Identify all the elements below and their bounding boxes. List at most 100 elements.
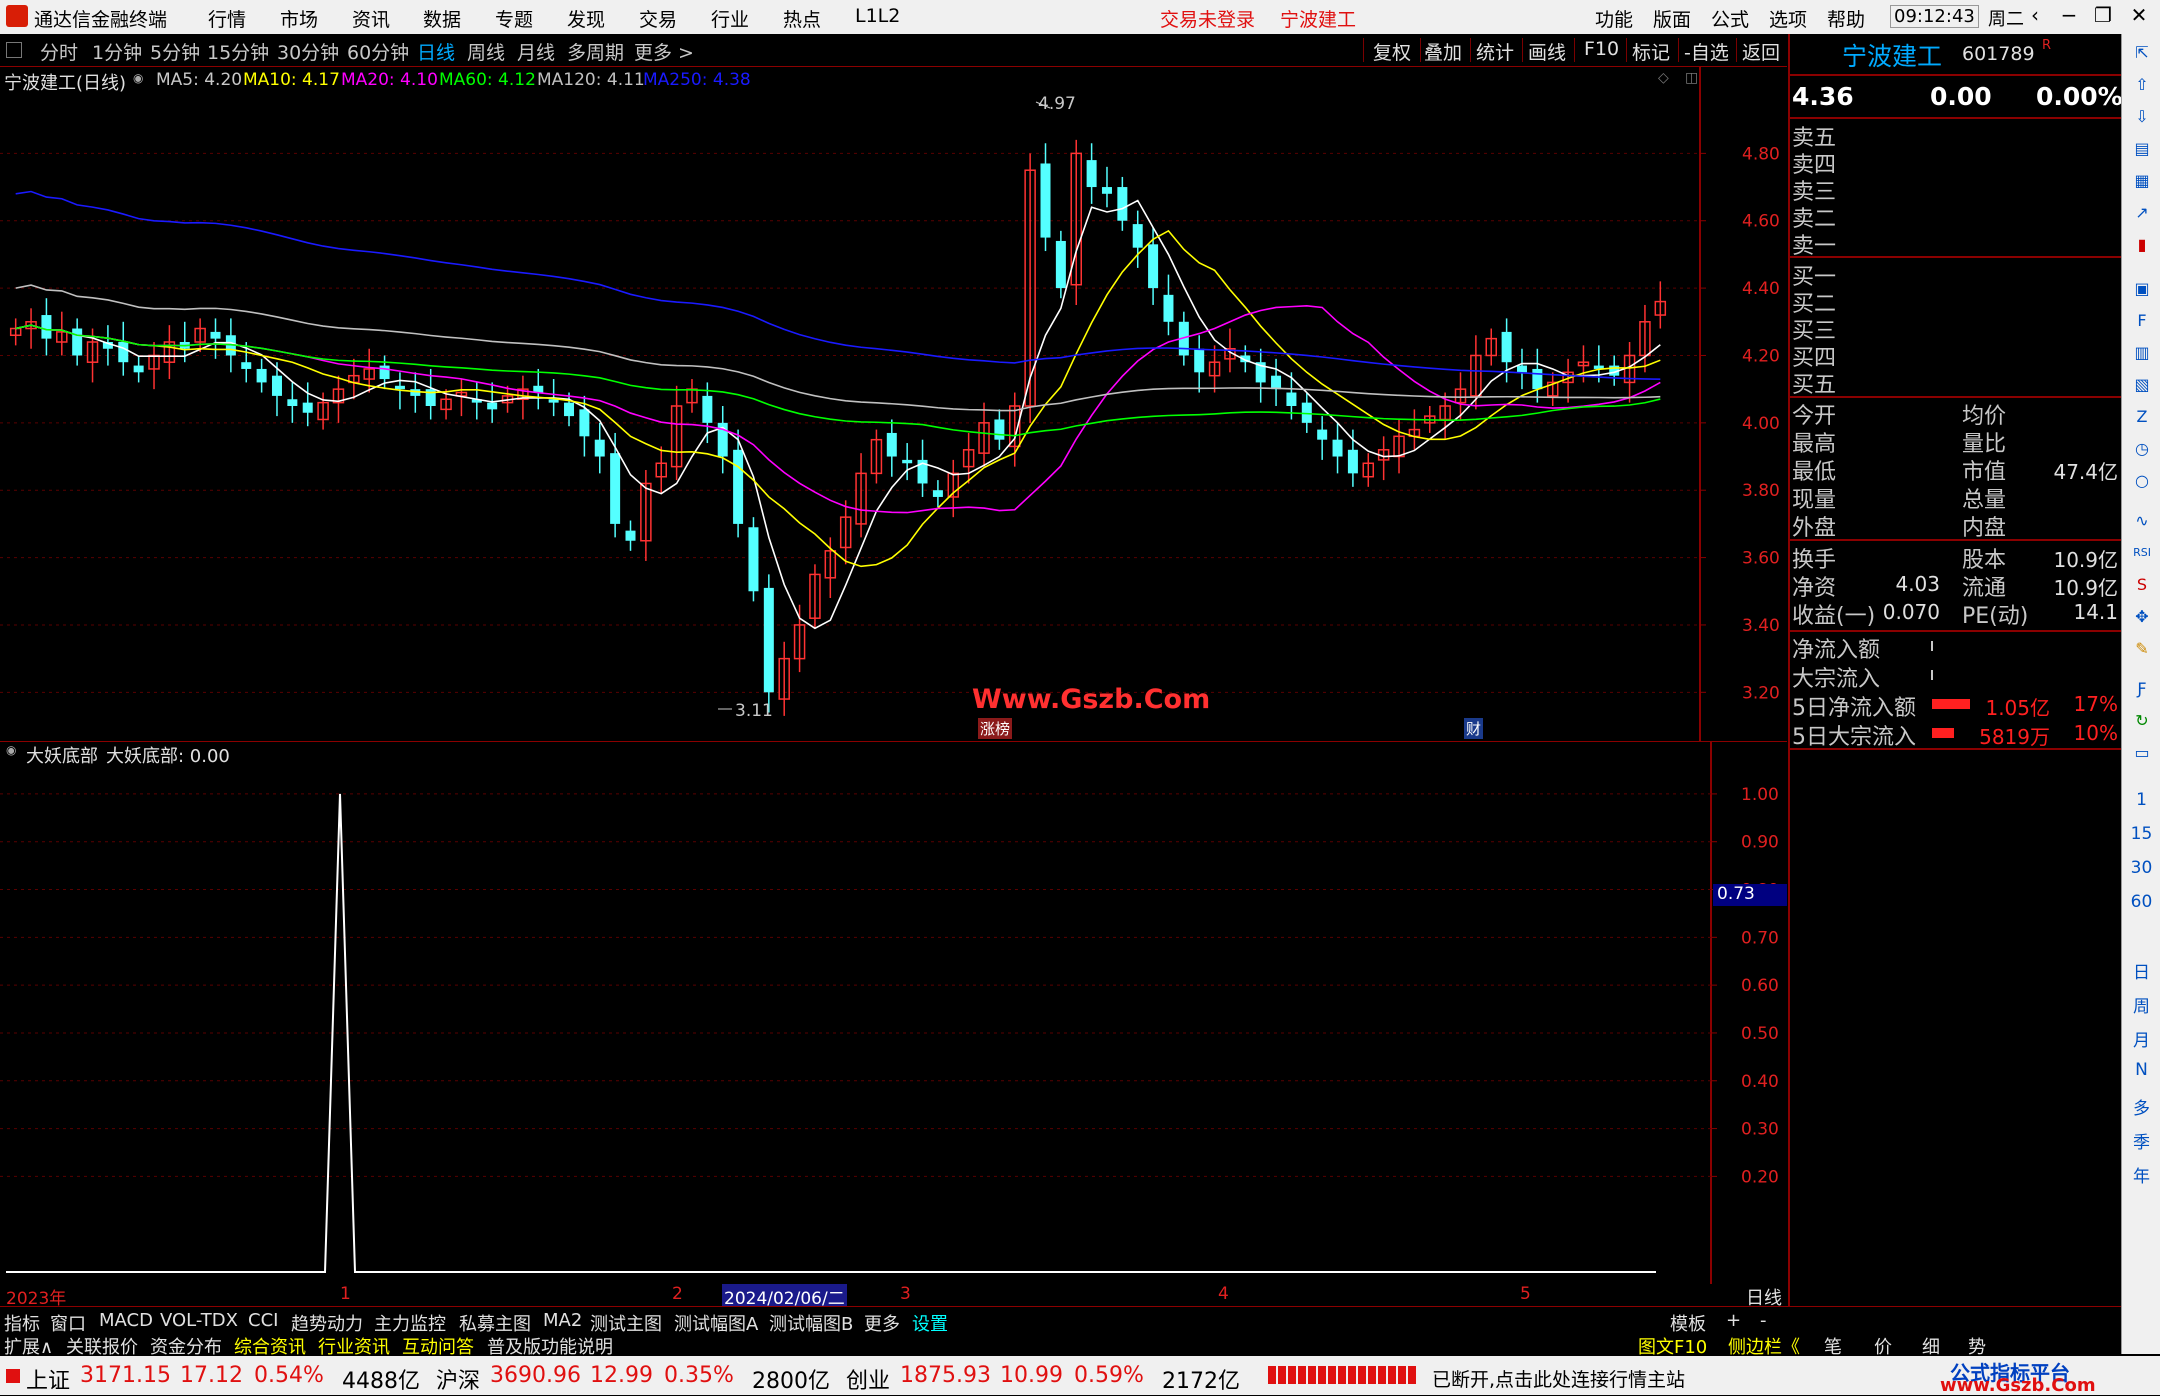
period-week-button[interactable]: 周 xyxy=(2122,992,2160,1017)
menu-l1l2[interactable]: L1L2 xyxy=(855,5,900,27)
minimize-icon[interactable]: − xyxy=(2054,3,2084,31)
diamond-icon[interactable]: ◇ xyxy=(1658,70,1669,86)
tab-period-5min[interactable]: 5分钟 xyxy=(150,38,200,65)
f10-icon[interactable]: F xyxy=(2131,310,2153,332)
menu-topics[interactable]: 专题 xyxy=(495,5,533,32)
toggle-panel-icon[interactable] xyxy=(6,42,22,58)
chart-settings-icon[interactable]: ◉ xyxy=(133,71,143,85)
tab-period-30min[interactable]: 30分钟 xyxy=(277,38,339,65)
s-icon[interactable]: S xyxy=(2131,574,2153,596)
pen-icon[interactable]: ✎ xyxy=(2131,638,2153,660)
menu-formula[interactable]: 公式 xyxy=(1711,5,1749,32)
tab-period-weekly[interactable]: 周线 xyxy=(467,38,505,65)
menu-options[interactable]: 选项 xyxy=(1769,5,1807,32)
menu-trade[interactable]: 交易 xyxy=(639,5,677,32)
period-year-button[interactable]: 年 xyxy=(2122,1162,2160,1187)
remove-window-button[interactable]: - xyxy=(1760,1310,1767,1331)
sh-index-label[interactable]: 上证 xyxy=(26,1363,70,1395)
tab-period-more[interactable]: 更多 > xyxy=(634,38,694,65)
return-button[interactable]: 返回 xyxy=(1742,38,1780,65)
circle-icon[interactable]: ○ xyxy=(2131,470,2153,492)
menu-market[interactable]: 市场 xyxy=(280,5,318,32)
period-15min-button[interactable]: 15 xyxy=(2122,824,2160,844)
clock-icon[interactable]: ◷ xyxy=(2131,438,2153,460)
indicator-settings-icon[interactable]: ◉ xyxy=(6,743,16,757)
draw-button[interactable]: 画线 xyxy=(1528,38,1566,65)
fs-icon[interactable]: Ƒ xyxy=(2131,678,2153,700)
menu-quotes[interactable]: 行情 xyxy=(208,5,246,32)
f10-button[interactable]: F10 xyxy=(1584,38,1619,60)
divider xyxy=(1790,256,2123,258)
tab-period-1min[interactable]: 1分钟 xyxy=(92,38,142,65)
period-n-button[interactable]: N xyxy=(2122,1060,2160,1080)
page-icon[interactable]: ▭ xyxy=(2131,742,2153,764)
tab-vol-tdx[interactable]: VOL-TDX xyxy=(160,1310,238,1331)
restore-icon[interactable]: ❐ xyxy=(2088,3,2118,31)
tab-macd[interactable]: MACD xyxy=(99,1310,153,1331)
connection-message[interactable]: 已断开,点击此处连接行情主站 xyxy=(1432,1365,1685,1392)
hs-index-label[interactable]: 沪深 xyxy=(436,1363,480,1395)
tab-ma2[interactable]: MA2 xyxy=(543,1310,582,1331)
wave-icon[interactable]: ∿ xyxy=(2131,510,2153,532)
menu-discover[interactable]: 发现 xyxy=(567,5,605,32)
ma60-label: MA60: 4.12 xyxy=(439,70,536,90)
menu-hot[interactable]: 热点 xyxy=(783,5,821,32)
menu-help[interactable]: 帮助 xyxy=(1827,5,1865,32)
watchlist-button[interactable]: -自选 xyxy=(1684,38,1729,65)
expand-icon[interactable]: ◫ xyxy=(1685,70,1698,86)
grid2-icon[interactable]: ▧ xyxy=(2131,374,2153,396)
period-month-button[interactable]: 月 xyxy=(2122,1026,2160,1051)
fz-icon[interactable]: Z xyxy=(2131,406,2153,428)
back-icon[interactable]: ‹ xyxy=(2020,3,2050,31)
menu-news[interactable]: 资讯 xyxy=(352,5,390,32)
tab-cci[interactable]: CCI xyxy=(248,1310,278,1331)
layout-icon[interactable]: ▣ xyxy=(2131,278,2153,300)
refresh-icon[interactable]: ↻ xyxy=(2131,710,2153,732)
tag-zhangbang[interactable]: 涨榜 xyxy=(978,718,1013,739)
statistics-button[interactable]: 统计 xyxy=(1476,38,1514,65)
period-30min-button[interactable]: 30 xyxy=(2122,858,2160,878)
kline-icon[interactable]: ▮ xyxy=(2131,234,2153,256)
indicator-value-label: 大妖底部: 0.00 xyxy=(106,746,230,767)
ranking-icon[interactable]: ▤ xyxy=(2131,138,2153,160)
tab-period-monthly[interactable]: 月线 xyxy=(517,38,555,65)
up-arrow-icon[interactable]: ⇧ xyxy=(2131,74,2153,96)
app-title: 通达信金融终端 xyxy=(34,9,168,31)
down-arrow-icon[interactable]: ⇩ xyxy=(2131,106,2153,128)
login-status[interactable]: 交易未登录 xyxy=(1160,5,1255,32)
tab-period-multi[interactable]: 多周期 xyxy=(567,38,624,65)
period-quarter-button[interactable]: 季 xyxy=(2122,1128,2160,1153)
rsi-icon[interactable]: RSI xyxy=(2131,542,2153,564)
indicator-chart[interactable]: 1.000.900.800.700.600.500.400.300.20 ◉ 大… xyxy=(0,742,1787,1284)
period-day-button[interactable]: 日 xyxy=(2122,958,2160,983)
close-icon[interactable]: ✕ xyxy=(2124,3,2154,31)
tag-finance[interactable]: 财 xyxy=(1464,718,1484,739)
mark-button[interactable]: 标记 xyxy=(1632,38,1670,65)
tab-period-15min[interactable]: 15分钟 xyxy=(207,38,269,65)
divider xyxy=(1363,38,1364,62)
candle-body-down xyxy=(1516,365,1527,373)
cy-index-label[interactable]: 创业 xyxy=(846,1363,890,1395)
divider xyxy=(1790,748,2123,750)
menu-data[interactable]: 数据 xyxy=(423,5,461,32)
menu-industry[interactable]: 行业 xyxy=(711,5,749,32)
line-chart-icon[interactable]: ↗ xyxy=(2131,202,2153,224)
overlay-button[interactable]: 叠加 xyxy=(1424,38,1462,65)
period-multi-button[interactable]: 多 xyxy=(2122,1094,2160,1119)
tab-period-60min[interactable]: 60分钟 xyxy=(347,38,409,65)
adjust-button[interactable]: 复权 xyxy=(1373,38,1411,65)
tab-period-daily[interactable]: 日线 xyxy=(417,38,455,65)
menu-function[interactable]: 功能 xyxy=(1595,5,1633,32)
period-60min-button[interactable]: 60 xyxy=(2122,892,2160,912)
period-1min-button[interactable]: 1 xyxy=(2122,790,2160,810)
y-tick-label: 4.20 xyxy=(1742,346,1780,366)
move-icon[interactable]: ✥ xyxy=(2131,606,2153,628)
menu-layout[interactable]: 版面 xyxy=(1653,5,1691,32)
grid-icon[interactable]: ▥ xyxy=(2131,342,2153,364)
table-icon[interactable]: ▦ xyxy=(2131,170,2153,192)
sh-index-change: 17.12 xyxy=(180,1363,243,1388)
add-window-button[interactable]: + xyxy=(1726,1310,1741,1331)
main-kline-chart[interactable]: 4.80 4.60 4.40 4.20 4.00 3.80 3.60 3.40 3.20 宁波建… xyxy=(0,66,1787,741)
pin-icon[interactable]: ⇱ xyxy=(2131,42,2153,64)
tab-period-intraday[interactable]: 分时 xyxy=(40,38,78,65)
